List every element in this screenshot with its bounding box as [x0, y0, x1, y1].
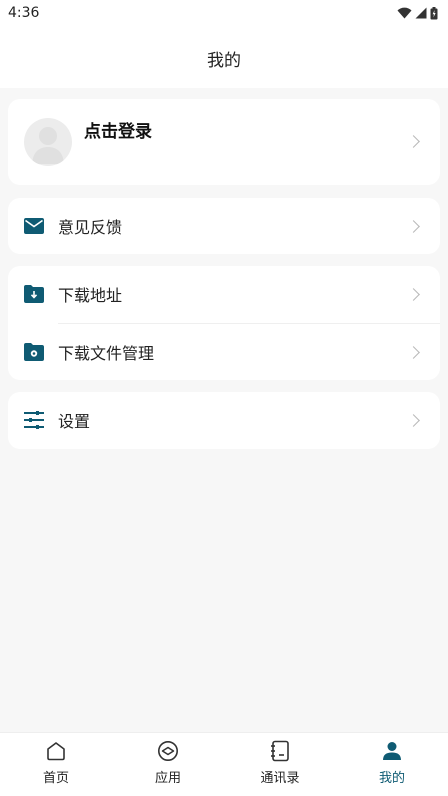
nav-item-home[interactable]: 首页 [0, 733, 112, 796]
bottom-nav: 首页 应用 通讯录 我的 [0, 732, 448, 796]
avatar-placeholder-icon [32, 127, 64, 164]
menu-item-feedback[interactable]: 意见反馈 [8, 198, 440, 254]
status-bar: 4:36 [0, 0, 448, 26]
chevron-right-icon [407, 220, 420, 233]
download-card: 下载地址 下载文件管理 [8, 266, 440, 380]
folder-settings-icon [23, 341, 45, 363]
page-title: 我的 [207, 50, 241, 71]
menu-label-feedback: 意见反馈 [58, 218, 123, 237]
nav-label-home: 首页 [42, 771, 69, 786]
user-icon [380, 739, 404, 763]
nav-label-mine: 我的 [378, 771, 405, 786]
status-time: 4:36 [8, 5, 40, 21]
menu-label-settings: 设置 [58, 412, 91, 431]
wifi-icon [397, 7, 412, 19]
download-folder-icon [23, 283, 45, 305]
signal-icon [415, 7, 427, 19]
nav-label-contacts: 通讯录 [260, 771, 300, 786]
menu-item-download-address[interactable]: 下载地址 [8, 266, 440, 322]
chevron-right-icon [407, 135, 420, 148]
status-icons [397, 6, 438, 20]
feedback-card: 意见反馈 [8, 198, 440, 254]
nav-item-contacts[interactable]: 通讯录 [224, 733, 336, 796]
menu-item-download-file-manage[interactable]: 下载文件管理 [8, 324, 440, 380]
nav-item-apps[interactable]: 应用 [112, 733, 224, 796]
menu-label-download-address: 下载地址 [58, 286, 123, 305]
contacts-icon [268, 739, 292, 763]
app-bar: 我的 [0, 26, 448, 88]
mail-icon [23, 215, 45, 237]
avatar [24, 118, 72, 166]
chevron-right-icon [407, 414, 420, 427]
apps-icon [156, 739, 180, 763]
chevron-right-icon [407, 288, 420, 301]
menu-item-settings[interactable]: 设置 [8, 392, 440, 448]
chevron-right-icon [407, 346, 420, 359]
home-icon [44, 739, 68, 763]
nav-item-mine[interactable]: 我的 [336, 733, 448, 796]
settings-card: 设置 [8, 392, 440, 449]
login-label[interactable]: 点击登录 [84, 117, 152, 142]
menu-label-download-file-manage: 下载文件管理 [58, 344, 155, 363]
battery-icon [430, 6, 438, 19]
sliders-icon [23, 409, 45, 431]
profile-card[interactable]: 点击登录 [8, 99, 440, 185]
nav-label-apps: 应用 [154, 771, 181, 786]
